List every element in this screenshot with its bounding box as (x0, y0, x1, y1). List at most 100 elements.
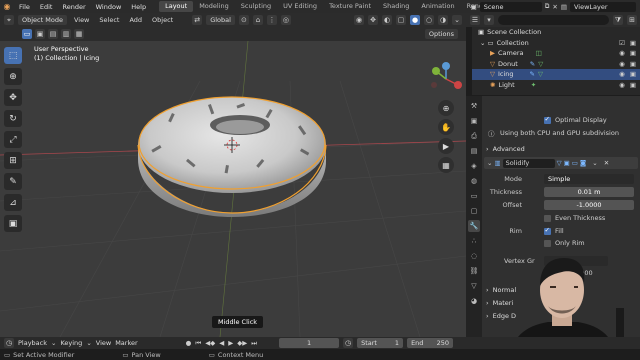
menu-view[interactable]: View (71, 16, 92, 24)
menu-select[interactable]: Select (96, 16, 122, 24)
visibility-icon[interactable]: ◉ (354, 15, 364, 25)
view-layer-tab-icon[interactable]: ▤ (468, 145, 480, 157)
add-cube-tool-icon[interactable]: ▣ (4, 215, 22, 232)
render-icon[interactable]: ▣ (630, 60, 636, 68)
grid-view-icon[interactable]: ▦ (438, 157, 454, 173)
jump-start-icon[interactable]: ⏮ (195, 339, 201, 348)
eye-icon[interactable]: ◉ (619, 60, 625, 68)
play-reverse-icon[interactable]: ◀ (219, 339, 224, 347)
eye-icon[interactable]: ◉ (619, 70, 625, 78)
pan-hand-icon[interactable]: ✋ (438, 119, 454, 135)
gizmo-icon[interactable]: ✥ (368, 15, 378, 25)
cage-toggle-icon[interactable]: ▣ (564, 159, 570, 167)
close-scene-icon[interactable]: ✕ (552, 3, 557, 11)
outliner-row-collection[interactable]: ⌄ ▭ Collection ☑ ▣ (472, 38, 640, 49)
object-tab-icon[interactable]: ▢ (468, 205, 480, 217)
menu-object[interactable]: Object (149, 16, 176, 24)
menu-render[interactable]: Render (57, 3, 90, 11)
tab-uv-editing[interactable]: UV Editing (277, 1, 323, 12)
select-subtract-icon[interactable]: ▤ (48, 29, 58, 39)
zoom-icon[interactable]: ⊕ (438, 100, 454, 116)
pivot-icon[interactable]: ⊙ (238, 15, 249, 25)
current-frame-input[interactable]: 1 (279, 338, 340, 348)
select-extend-icon[interactable]: ▣ (35, 29, 45, 39)
render-icon[interactable]: ▣ (630, 70, 636, 78)
play-icon[interactable]: ▶ (228, 339, 233, 347)
rotate-tool-icon[interactable]: ↻ (4, 110, 22, 127)
transform-tool-icon[interactable]: ⊞ (4, 152, 22, 169)
rendered-shading-icon[interactable]: ◑ (438, 15, 448, 25)
material-shading-icon[interactable]: ○ (424, 15, 434, 25)
menu-window[interactable]: Window (91, 3, 127, 11)
checkbox-icon[interactable]: ☑ (619, 39, 625, 47)
view-menu[interactable]: View (96, 339, 111, 347)
menu-edit[interactable]: Edit (35, 3, 58, 11)
outliner-row-scene-collection[interactable]: ▣ Scene Collection (472, 27, 640, 38)
render-icon[interactable]: ▣ (630, 81, 636, 89)
timeline-editor-icon[interactable]: ◷ (4, 338, 14, 348)
modifier-menu-icon[interactable]: ⌄ (592, 159, 597, 167)
render-icon[interactable]: ▣ (630, 49, 636, 57)
menu-file[interactable]: File (14, 3, 35, 11)
eye-icon[interactable]: ◉ (619, 49, 625, 57)
overlays-icon[interactable]: ◐ (382, 15, 392, 25)
expand-icon[interactable]: ⌄ (480, 39, 485, 47)
outliner-editor-icon[interactable]: ☰ (470, 15, 480, 25)
snap-icon[interactable]: ⌂ (252, 15, 263, 25)
thickness-input[interactable]: 0.01 m (544, 187, 634, 197)
next-keyframe-icon[interactable]: ◆▶ (237, 339, 247, 347)
mode-dropdown[interactable]: Simple (544, 174, 634, 184)
start-frame-input[interactable]: Start 1 (357, 338, 404, 348)
view-layer-selector[interactable]: ViewLayer (570, 1, 636, 12)
menu-help[interactable]: Help (126, 3, 151, 11)
world-tab-icon[interactable]: ◍ (468, 175, 480, 187)
outliner-search-input[interactable] (498, 15, 609, 25)
scale-tool-icon[interactable]: ⤢ (4, 131, 22, 148)
measure-tool-icon[interactable]: ⊿ (4, 194, 22, 211)
remove-modifier-icon[interactable]: ✕ (604, 159, 609, 167)
outliner-row-donut[interactable]: ▽ Donut ✎ ▽ ◉ ▣ (472, 59, 640, 70)
solid-shading-icon[interactable]: ● (410, 15, 420, 25)
collapse-icon[interactable]: ⌄ (487, 159, 492, 167)
tool-tab-icon[interactable]: ⚒ (468, 100, 480, 112)
jump-end-icon[interactable]: ⏭ (251, 339, 257, 348)
mode-dropdown[interactable]: Object Mode (18, 15, 67, 25)
clock-icon[interactable]: ◷ (343, 338, 354, 348)
output-tab-icon[interactable]: ⎙ (468, 130, 480, 142)
end-frame-input[interactable]: End 250 (407, 338, 454, 348)
blender-logo-icon[interactable]: ◉ (0, 0, 14, 13)
annotate-tool-icon[interactable]: ✎ (4, 173, 22, 190)
offset-input[interactable]: -1.0000 (544, 200, 634, 210)
edit-mode-toggle-icon[interactable]: ▽ (557, 159, 562, 167)
viewport-toggle-icon[interactable]: ▭ (572, 159, 578, 167)
tab-animation[interactable]: Animation (415, 1, 460, 12)
record-icon[interactable]: ● (186, 339, 192, 347)
filter-icon[interactable]: ⧩ (613, 15, 623, 25)
camera-view-icon[interactable]: ▶ (438, 138, 454, 154)
select-tool-icon[interactable]: ⬚ (4, 47, 22, 64)
new-collection-icon[interactable]: ⊞ (627, 15, 637, 25)
shading-options-icon[interactable]: ⌄ (452, 15, 462, 25)
options-dropdown[interactable]: Options (424, 29, 458, 39)
cursor-tool-icon[interactable]: ⊕ (4, 68, 22, 85)
tab-layout[interactable]: Layout (159, 1, 194, 12)
transform-orientation-icon[interactable]: ⇄ (192, 15, 203, 25)
outliner-row-camera[interactable]: ▶ Camera ◫ ◉ ▣ (472, 48, 640, 59)
playback-menu[interactable]: Playback (18, 339, 47, 347)
select-intersect-icon[interactable]: ▦ (74, 29, 84, 39)
editor-type-icon[interactable]: ⌖ (4, 15, 14, 25)
optimal-display-checkbox[interactable]: Optimal Display (544, 115, 607, 124)
tab-shading[interactable]: Shading (377, 1, 415, 12)
keying-menu[interactable]: Keying (60, 339, 82, 347)
prev-keyframe-icon[interactable]: ◀◆ (205, 339, 215, 347)
select-invert-icon[interactable]: ▥ (61, 29, 71, 39)
outliner-row-light[interactable]: ✺ Light ✦ ◉ ▣ (472, 80, 640, 91)
xray-icon[interactable]: ▢ (396, 15, 406, 25)
modifier-tab-icon[interactable]: 🔧 (468, 220, 480, 232)
marker-menu[interactable]: Marker (115, 339, 137, 347)
copy-icon[interactable]: ⧉ (545, 2, 550, 11)
3d-viewport[interactable]: User Perspective (1) Collection | Icing … (0, 41, 466, 337)
outliner-row-icing[interactable]: ▽ Icing ✎ ▽ ◉ ▣ (472, 69, 640, 80)
even-thickness-checkbox[interactable]: Even Thickness (544, 214, 605, 222)
advanced-panel-header[interactable]: › Advanced (486, 143, 636, 155)
